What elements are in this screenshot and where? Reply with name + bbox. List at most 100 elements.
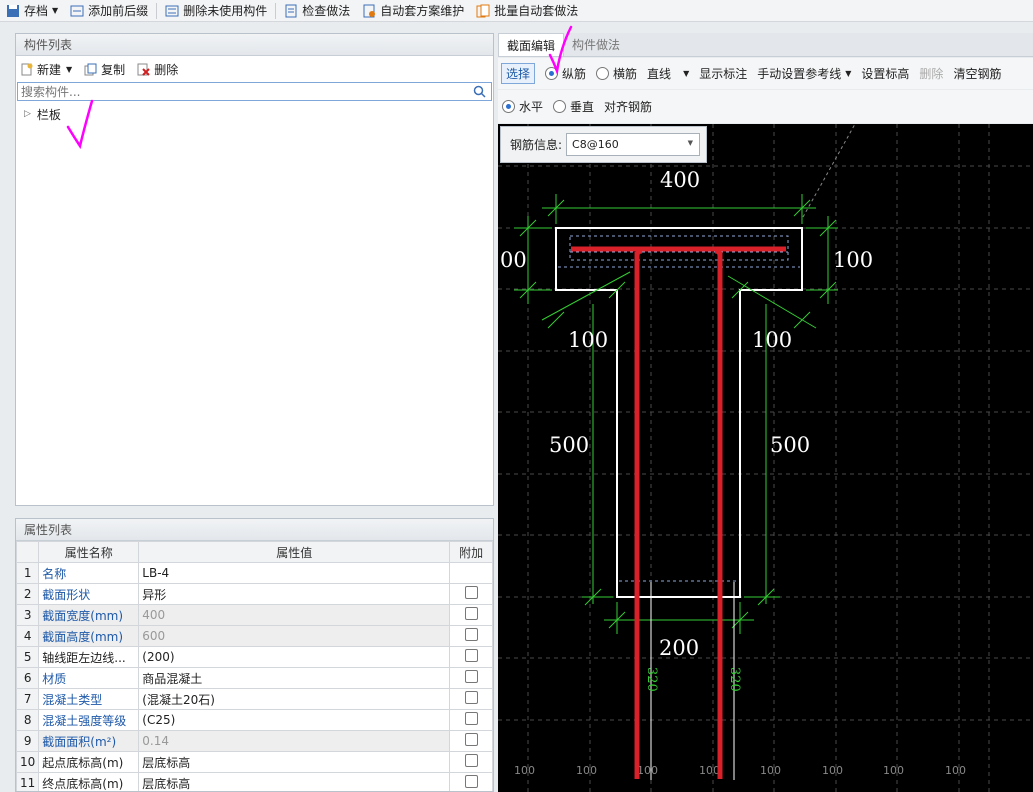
section-drawing[interactable]: 100 100 100 100 100 100 100 100 400 00 1…	[498, 124, 1033, 792]
property-name: 起点底标高(m)	[38, 751, 140, 773]
property-value[interactable]: 400	[138, 604, 451, 626]
delete-unused-label: 删除未使用构件	[183, 4, 268, 18]
property-row[interactable]: 10 起点底标高(m) 层底标高	[16, 751, 493, 773]
property-value[interactable]: 层底标高	[138, 772, 451, 791]
dim-bottom-width: 200	[659, 636, 699, 660]
check-method-label: 检查做法	[302, 4, 351, 18]
chevron-down-icon[interactable]: ▼	[66, 65, 72, 74]
row-number: 5	[16, 646, 40, 668]
rebar-info-value: C8@160	[572, 138, 619, 151]
extra-checkbox[interactable]	[464, 649, 478, 662]
property-value[interactable]: 异形	[138, 583, 451, 605]
property-row[interactable]: 3 截面宽度(mm) 400	[16, 604, 493, 626]
rebar-length-left: 320	[644, 667, 659, 692]
vertical-radio[interactable]: 垂直	[553, 98, 594, 115]
vertical-label: 垂直	[570, 100, 595, 114]
property-name: 截面面积(m²)	[38, 730, 140, 752]
auto-plan-maintain-button[interactable]: 自动套方案维护	[356, 0, 470, 22]
search-icon[interactable]	[473, 85, 486, 101]
save-label: 存档	[24, 4, 49, 18]
property-name: 终点底标高(m)	[38, 772, 140, 791]
property-row[interactable]: 2 截面形状 异形	[16, 583, 493, 605]
save-button[interactable]: 存档 ▼	[0, 0, 64, 22]
property-value[interactable]: (C25)	[138, 709, 451, 731]
property-value[interactable]: 商品混凝土	[138, 667, 451, 689]
toolbar-divider	[156, 2, 158, 19]
extra-cell	[449, 667, 493, 689]
property-row[interactable]: 8 混凝土强度等级 (C25)	[16, 709, 493, 731]
dim-flange-right: 100	[752, 328, 792, 352]
delete-unused-button[interactable]: 删除未使用构件	[159, 0, 273, 22]
copy-component-button[interactable]: 复制	[84, 61, 125, 78]
row-number: 8	[16, 709, 40, 731]
header-property-value: 属性值	[138, 541, 451, 563]
property-row[interactable]: 1 名称 LB-4	[16, 562, 493, 584]
property-value[interactable]: (200)	[138, 646, 451, 668]
line-mode-dropdown[interactable]: 直线 ▼	[647, 65, 689, 82]
extra-checkbox[interactable]	[464, 586, 478, 599]
show-annotation-button[interactable]: 显示标注	[699, 65, 747, 82]
grid-label: 100	[637, 764, 658, 777]
chevron-down-icon[interactable]: ▼	[52, 6, 58, 15]
radio-checked-icon	[502, 100, 515, 113]
copy-icon	[84, 63, 97, 76]
extra-checkbox[interactable]	[464, 607, 478, 620]
select-button[interactable]: 选择	[501, 63, 536, 84]
manual-reference-dropdown[interactable]: 手动设置参考线 ▼	[757, 65, 851, 82]
section-drawing-canvas[interactable]: 100 100 100 100 100 100 100 100 400 00 1…	[498, 124, 1033, 792]
row-number: 11	[16, 772, 40, 791]
transverse-radio[interactable]: 横筋	[596, 65, 637, 82]
row-number: 2	[16, 583, 40, 605]
property-value[interactable]: (混凝土20石)	[138, 688, 451, 710]
extra-checkbox[interactable]	[464, 691, 478, 704]
property-value[interactable]: LB-4	[138, 562, 451, 584]
property-name: 混凝土强度等级	[38, 709, 140, 731]
property-value[interactable]: 层底标高	[138, 751, 451, 773]
right-rebar-hook	[714, 248, 723, 257]
edit-toolbar-2: 水平 垂直 对齐钢筋	[498, 90, 1033, 123]
copy-label: 复制	[101, 62, 126, 77]
edit-toolbar-1: 选择 纵筋 横筋 直线 ▼ 显示标注 手动设置参考线 ▼ 设置标高 删除 清空钢筋	[498, 58, 1033, 89]
property-row[interactable]: 6 材质 商品混凝土	[16, 667, 493, 689]
expand-arrow-icon[interactable]: ▷	[24, 109, 31, 119]
property-value[interactable]: 600	[138, 625, 451, 647]
search-input[interactable]	[21, 84, 461, 99]
clear-rebar-button[interactable]: 清空钢筋	[953, 65, 1001, 82]
delete-icon	[137, 63, 150, 76]
toolbar-divider	[275, 2, 277, 19]
property-value[interactable]: 0.14	[138, 730, 451, 752]
add-prefix-suffix-button[interactable]: 添加前后缀	[64, 0, 154, 22]
grid-label: 100	[822, 764, 843, 777]
property-name: 混凝土类型	[38, 688, 140, 710]
property-name: 名称	[38, 562, 140, 584]
property-row[interactable]: 4 截面高度(mm) 600	[16, 625, 493, 647]
check-method-button[interactable]: 检查做法	[278, 0, 356, 22]
extra-checkbox[interactable]	[464, 670, 478, 683]
align-rebar-button[interactable]: 对齐钢筋	[604, 98, 652, 115]
delete-component-button[interactable]: 删除	[137, 61, 178, 78]
property-name: 截面高度(mm)	[38, 625, 140, 647]
property-row[interactable]: 5 轴线距左边线... (200)	[16, 646, 493, 668]
grid-label: 100	[514, 764, 535, 777]
radio-unchecked-icon	[553, 100, 567, 113]
batch-auto-apply-button[interactable]: 批量自动套做法	[470, 0, 584, 22]
extra-checkbox[interactable]	[464, 712, 478, 725]
rebar-info-dropdown[interactable]: C8@160 ▼	[566, 133, 701, 156]
new-component-button[interactable]: 新建 ▼	[20, 61, 72, 78]
new-doc-icon	[20, 63, 33, 76]
chevron-down-icon: ▼	[687, 139, 694, 147]
property-row[interactable]: 7 混凝土类型 (混凝土20石)	[16, 688, 493, 710]
horizontal-radio[interactable]: 水平	[502, 98, 543, 115]
set-elevation-button[interactable]: 设置标高	[861, 65, 909, 82]
extra-checkbox[interactable]	[464, 733, 478, 746]
property-row[interactable]: 9 截面面积(m²) 0.14	[16, 730, 493, 752]
cover-lines	[558, 235, 800, 582]
dim-web-right: 500	[770, 433, 810, 457]
extra-checkbox[interactable]	[464, 775, 478, 788]
property-header-row: 属性名称 属性值 附加	[16, 541, 493, 563]
property-row[interactable]: 11 终点底标高(m) 层底标高	[16, 772, 493, 791]
extra-checkbox[interactable]	[464, 754, 478, 767]
dim-left-height: 00	[500, 248, 527, 272]
extra-checkbox[interactable]	[464, 628, 478, 641]
delete-button[interactable]: 删除	[919, 65, 943, 82]
